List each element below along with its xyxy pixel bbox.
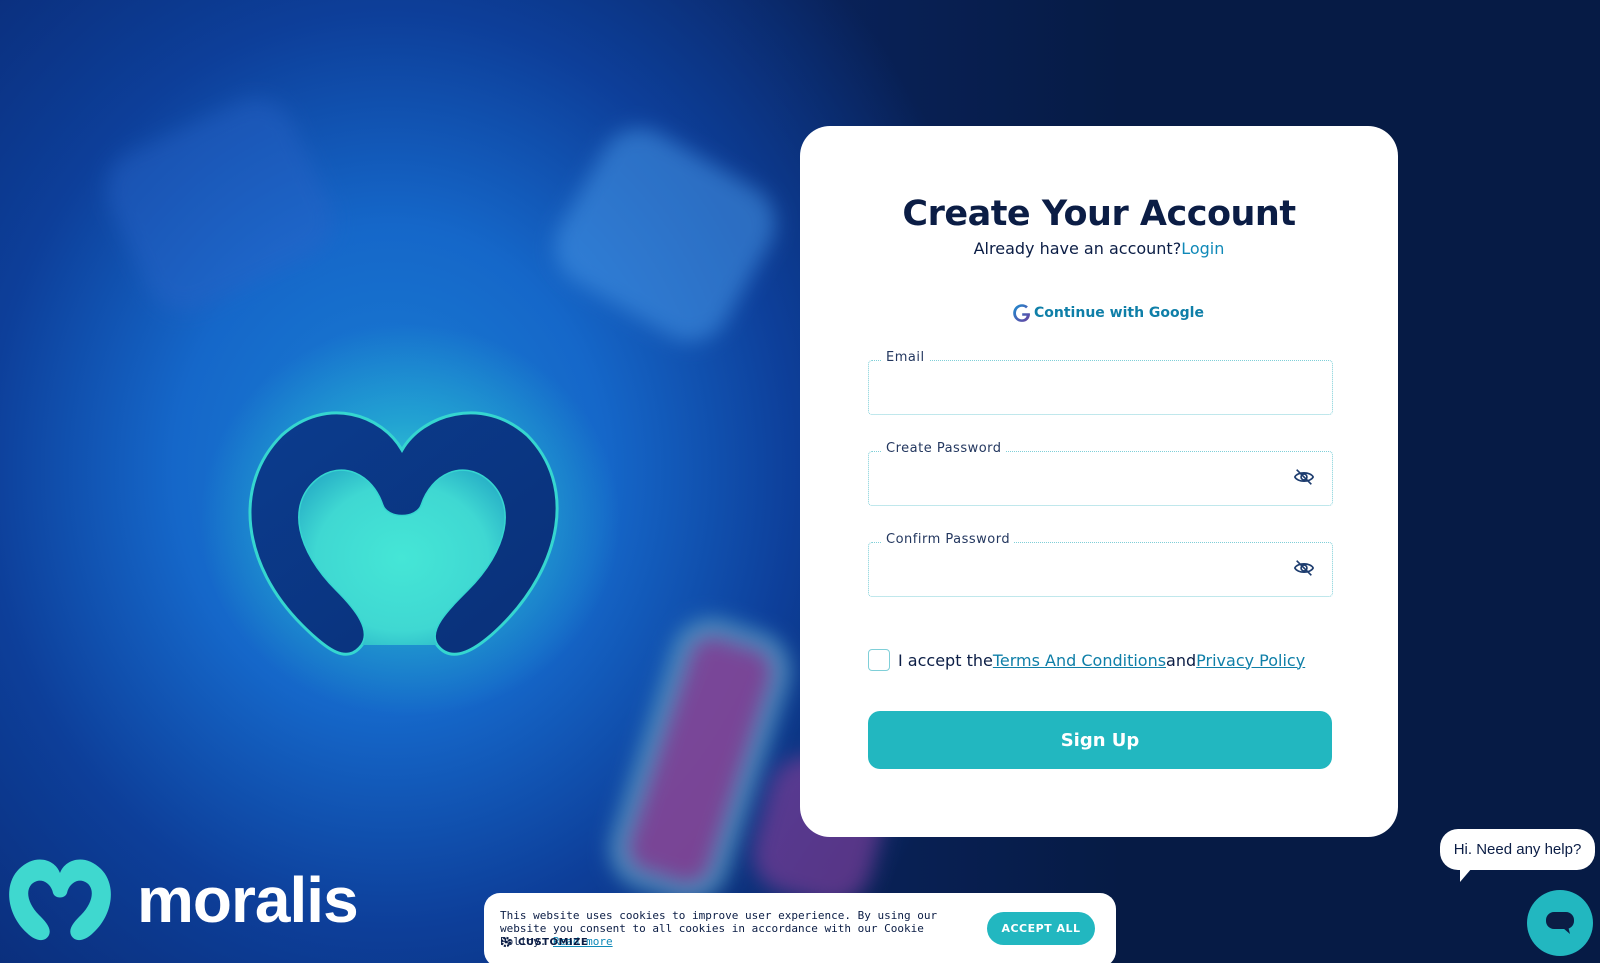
email-field: Email (868, 350, 1333, 415)
moralis-heart-icon (9, 859, 111, 941)
help-bubble-tail (1460, 868, 1472, 882)
confirm-password-label: Confirm Password (882, 532, 1015, 547)
create-password-label: Create Password (882, 441, 1006, 456)
chat-icon (1546, 912, 1574, 934)
eye-off-icon[interactable] (1293, 466, 1315, 488)
login-prompt: Already have an account?Login (800, 239, 1398, 258)
sign-up-button[interactable]: Sign Up (868, 711, 1332, 769)
privacy-link[interactable]: Privacy Policy (1196, 651, 1305, 670)
terms-checkbox[interactable] (868, 649, 890, 671)
customize-button[interactable]: CUSTOMIZE (500, 936, 588, 948)
have-account-text: Already have an account? (973, 239, 1182, 258)
terms-link[interactable]: Terms And Conditions (993, 651, 1166, 670)
chat-launcher-button[interactable] (1527, 890, 1593, 956)
create-password-input[interactable] (882, 469, 1283, 497)
accept-all-button[interactable]: ACCEPT ALL (987, 912, 1095, 945)
login-link[interactable]: Login (1181, 239, 1224, 258)
terms-row: I accept the Terms And Conditions and Priva… (868, 649, 1305, 671)
background-shard (93, 85, 347, 325)
help-bubble[interactable]: Hi. Need any help? (1440, 829, 1595, 870)
google-icon (1013, 304, 1030, 322)
cookie-banner: This website uses cookies to improve use… (484, 893, 1116, 963)
terms-prefix: I accept the (898, 650, 993, 670)
gear-icon (500, 936, 512, 948)
confirm-password-input[interactable] (882, 560, 1283, 588)
email-input[interactable] (882, 378, 1283, 406)
confirm-password-field: Confirm Password (868, 532, 1333, 597)
brand-wordmark: moralis (137, 864, 359, 936)
brand-logo[interactable]: moralis (5, 855, 359, 945)
signup-card: Create Your Account Already have an acco… (800, 126, 1398, 837)
customize-label: CUSTOMIZE (518, 936, 589, 948)
page-title: Create Your Account (902, 194, 1296, 234)
create-password-field: Create Password (868, 441, 1333, 506)
terms-and: and (1166, 650, 1197, 670)
background-shard (540, 113, 790, 357)
google-signin-button[interactable]: Continue with Google (1012, 303, 1204, 323)
email-label: Email (882, 350, 929, 365)
hero-heart-logo (248, 411, 559, 656)
eye-off-icon[interactable] (1293, 557, 1315, 579)
google-label: Continue with Google (1034, 305, 1204, 321)
